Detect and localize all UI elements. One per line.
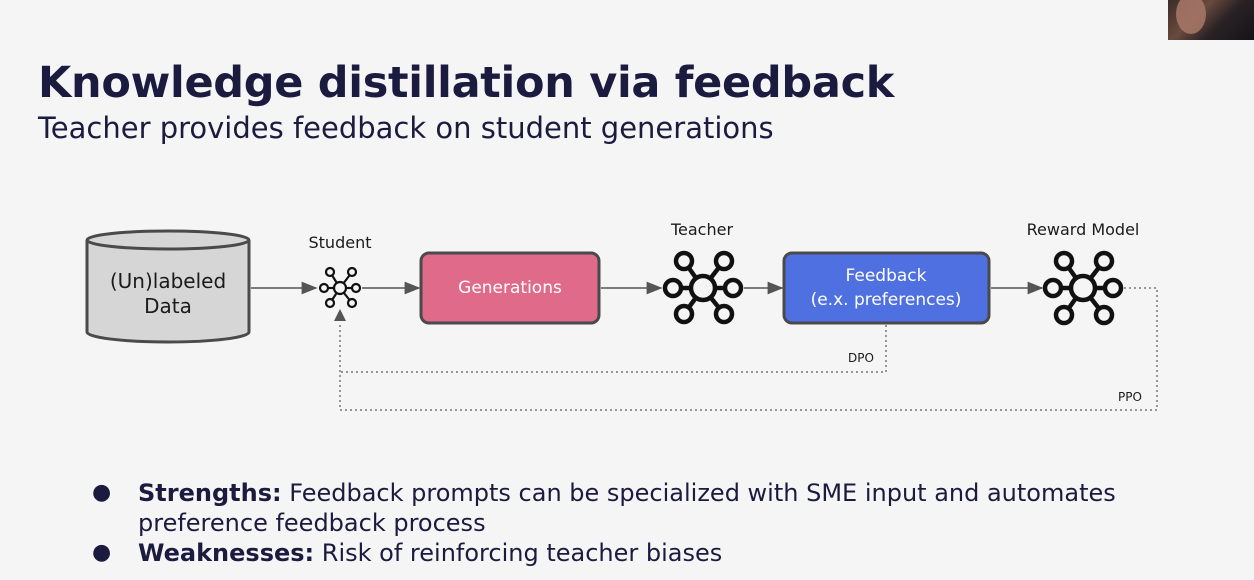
strengths-heading: Strengths: (138, 479, 282, 507)
bullet-list: ● Strengths: Feedback prompts can be spe… (90, 478, 1200, 568)
weaknesses-heading: Weaknesses: (138, 539, 315, 567)
bullet-weaknesses: ● Weaknesses: Risk of reinforcing teache… (90, 538, 1200, 568)
feedback-box: Feedback (e.x. preferences) (782, 251, 991, 325)
generations-label: Generations (458, 278, 562, 298)
reward-model-label: Reward Model (1027, 220, 1140, 239)
student-label: Student (309, 233, 372, 252)
feedback-label-line1: Feedback (846, 266, 927, 286)
bullet-dot: ● (92, 540, 112, 565)
dpo-feedback-loop (340, 325, 887, 373)
dpo-label: DPO (848, 351, 874, 365)
feedback-label-line2: (e.x. preferences) (811, 290, 962, 310)
bullet-dot: ● (92, 480, 112, 505)
data-store-cylinder: (Un)labeled Data (85, 229, 251, 344)
teacher-network-icon (662, 250, 744, 325)
teacher-label: Teacher (670, 220, 733, 239)
student-network-icon (318, 266, 362, 309)
bullet-strengths: ● Strengths: Feedback prompts can be spe… (90, 478, 1200, 538)
reward-model-network-icon (1042, 250, 1124, 326)
strengths-text: Feedback prompts can be specialized with… (138, 479, 1116, 537)
ppo-label: PPO (1118, 390, 1142, 404)
weaknesses-text: Risk of reinforcing teacher biases (314, 539, 723, 567)
loop-arrowhead-to-student (334, 309, 346, 321)
data-store-label-line1: (Un)labeled (110, 269, 226, 293)
data-store-label-line2: Data (144, 294, 192, 318)
generations-box: Generations (419, 251, 601, 325)
